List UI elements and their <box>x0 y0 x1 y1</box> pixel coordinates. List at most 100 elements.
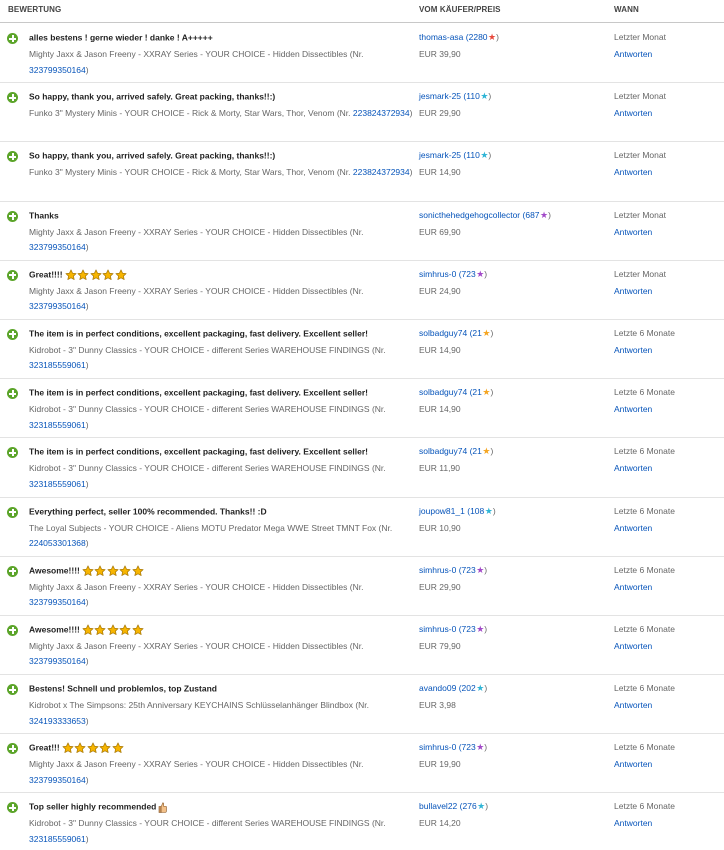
item-number-link[interactable]: 323799350164 <box>29 242 86 252</box>
reply-link[interactable]: Antworten <box>614 225 652 241</box>
item-number-link[interactable]: 323185559061 <box>29 360 86 370</box>
feedback-score-link[interactable]: (2280 <box>466 32 488 42</box>
feedback-score-link[interactable]: (687 <box>523 210 540 220</box>
feedback-score-link[interactable]: (21 <box>470 387 482 397</box>
feedback-time: Letzte 6 Monate <box>614 446 675 457</box>
item-number-link[interactable]: 224053301368 <box>29 538 86 548</box>
reply-link[interactable]: Antworten <box>614 106 652 122</box>
buyer-name-link[interactable]: jesmark-25 <box>419 91 461 101</box>
feedback-comment-text: alles bestens ! gerne wieder ! danke ! A… <box>29 32 213 43</box>
item-title: The Loyal Subjects - YOUR CHOICE - Alien… <box>29 521 417 552</box>
feedback-comment: Top seller highly recommended <box>29 800 414 813</box>
feedback-score-link[interactable]: (723 <box>459 269 476 279</box>
buyer-name-link[interactable]: solbadguy74 <box>419 446 467 456</box>
feedback-score-link[interactable]: (108 <box>467 506 484 516</box>
feedback-time: Letzte 6 Monate <box>614 742 675 753</box>
feedback-comment: Awesome!!!! <box>29 623 414 636</box>
reply-link[interactable]: Antworten <box>614 343 652 359</box>
feedback-comment: So happy, thank you, arrived safely. Gre… <box>29 90 414 103</box>
positive-feedback-icon <box>7 210 18 222</box>
feedback-row: Awesome!!!! Mighty Jaxx & Jason Freeny - … <box>0 557 724 616</box>
item-number-link[interactable]: 223824372934 <box>353 167 410 177</box>
feedback-row: Top seller highly recommended Kidrobot - … <box>0 793 724 850</box>
item-number-link[interactable]: 323185559061 <box>29 834 86 844</box>
item-title-end: ) <box>85 64 89 75</box>
buyer-name-link[interactable]: simhrus-0 <box>419 269 456 279</box>
buyer-name-link[interactable]: sonicthehedgehogcollector <box>419 210 520 220</box>
feedback-comment-text: The item is in perfect conditions, excel… <box>29 446 369 457</box>
feedback-score-link[interactable]: (110 <box>463 91 479 101</box>
item-price: EUR 29,90 <box>419 581 461 592</box>
reply-link[interactable]: Antworten <box>614 580 652 596</box>
item-number-link[interactable]: 323799350164 <box>29 597 86 607</box>
reply-link[interactable]: Antworten <box>614 639 652 655</box>
buyer-name-link[interactable]: simhrus-0 <box>419 624 456 634</box>
table-header: BEWERTUNG VOM KÄUFER/PREIS WANN <box>0 0 724 23</box>
feedback-score-link[interactable]: (110 <box>463 150 479 160</box>
feedback-row: Great!!!! Mighty Jaxx & Jason Freeny - XX… <box>0 261 724 320</box>
reply-link[interactable]: Antworten <box>614 757 652 773</box>
item-number-link[interactable]: 324193333653 <box>29 716 86 726</box>
gold-star-icon <box>62 742 74 754</box>
item-price: EUR 10,90 <box>419 522 461 533</box>
item-number-link[interactable]: 323799350164 <box>29 301 86 311</box>
feedback-score-link[interactable]: (202 <box>459 683 476 693</box>
feedback-comment-text: The item is in perfect conditions, excel… <box>29 387 369 398</box>
positive-feedback-icon <box>7 447 18 459</box>
feedback-score-end: ) <box>496 32 499 42</box>
buyer-name-link[interactable]: jesmark-25 <box>419 150 461 160</box>
feedback-row: So happy, thank you, arrived safely. Gre… <box>0 142 724 202</box>
buyer-name-link[interactable]: simhrus-0 <box>419 565 456 575</box>
reply-link[interactable]: Antworten <box>614 816 652 832</box>
reply-link[interactable]: Antworten <box>614 47 652 63</box>
item-number-link[interactable]: 223824372934 <box>353 108 410 118</box>
buyer-name-link[interactable]: bullavel22 <box>419 801 457 811</box>
reply-link[interactable]: Antworten <box>614 461 652 477</box>
item-number-link[interactable]: 323799350164 <box>29 775 86 785</box>
item-title: Kidrobot - 3" Dunny Classics - YOUR CHOI… <box>29 461 417 492</box>
item-number-link[interactable]: 323799350164 <box>29 65 86 75</box>
item-title: Funko 3" Mystery Minis - YOUR CHOICE - R… <box>29 165 417 181</box>
feedback-comment: The item is in perfect conditions, excel… <box>29 445 414 458</box>
item-title: Mighty Jaxx & Jason Freeny - XXRAY Serie… <box>29 757 417 788</box>
feedback-score-link[interactable]: (723 <box>459 624 476 634</box>
feedback-score-link[interactable]: (21 <box>470 446 482 456</box>
feedback-score-link[interactable]: (276 <box>460 801 477 811</box>
item-title: Kidrobot - 3" Dunny Classics - YOUR CHOI… <box>29 343 417 374</box>
item-title-text: Mighty Jaxx & Jason Freeny - XXRAY Serie… <box>29 581 364 592</box>
item-number-link[interactable]: 323185559061 <box>29 420 86 430</box>
header-buyer-price: VOM KÄUFER/PREIS <box>419 5 501 14</box>
buyer-name-link[interactable]: joupow81_1 <box>419 506 465 516</box>
feedback-row: Thanks Mighty Jaxx & Jason Freeny - XXRAY… <box>0 202 724 261</box>
buyer-name-link[interactable]: simhrus-0 <box>419 742 456 752</box>
item-title-end: ) <box>85 715 89 726</box>
buyer-name-link[interactable]: solbadguy74 <box>419 328 467 338</box>
feedback-time: Letzter Monat <box>614 209 666 220</box>
buyer-name-link[interactable]: thomas-asa <box>419 32 463 42</box>
header-when: WANN <box>614 5 639 14</box>
item-title: Mighty Jaxx & Jason Freeny - XXRAY Serie… <box>29 47 417 78</box>
buyer-name-link[interactable]: solbadguy74 <box>419 387 467 397</box>
feedback-time: Letzte 6 Monate <box>614 505 675 516</box>
buyer-name-link[interactable]: avando09 <box>419 683 456 693</box>
gold-star-icon <box>94 565 106 577</box>
feedback-score-link[interactable]: (21 <box>470 328 482 338</box>
gold-star-icon <box>94 624 106 636</box>
reply-link[interactable]: Antworten <box>614 165 652 181</box>
reply-link[interactable]: Antworten <box>614 521 652 537</box>
feedback-time: Letzte 6 Monate <box>614 801 675 812</box>
item-price: EUR 29,90 <box>419 108 461 119</box>
feedback-score-link[interactable]: (723 <box>459 742 476 752</box>
reply-link[interactable]: Antworten <box>614 402 652 418</box>
feedback-comment: Great!!!! <box>29 268 414 281</box>
item-price: EUR 24,90 <box>419 285 461 296</box>
feedback-row: Bestens! Schnell und problemlos, top Zus… <box>0 675 724 735</box>
reply-link[interactable]: Antworten <box>614 284 652 300</box>
item-number-link[interactable]: 323799350164 <box>29 656 86 666</box>
item-number-link[interactable]: 323185559061 <box>29 479 86 489</box>
feedback-score-link[interactable]: (723 <box>459 565 476 575</box>
item-title-end: ) <box>85 360 89 371</box>
gold-star-icon <box>119 624 131 636</box>
buyer-info: solbadguy74 (21★) <box>419 386 493 399</box>
reply-link[interactable]: Antworten <box>614 698 652 714</box>
